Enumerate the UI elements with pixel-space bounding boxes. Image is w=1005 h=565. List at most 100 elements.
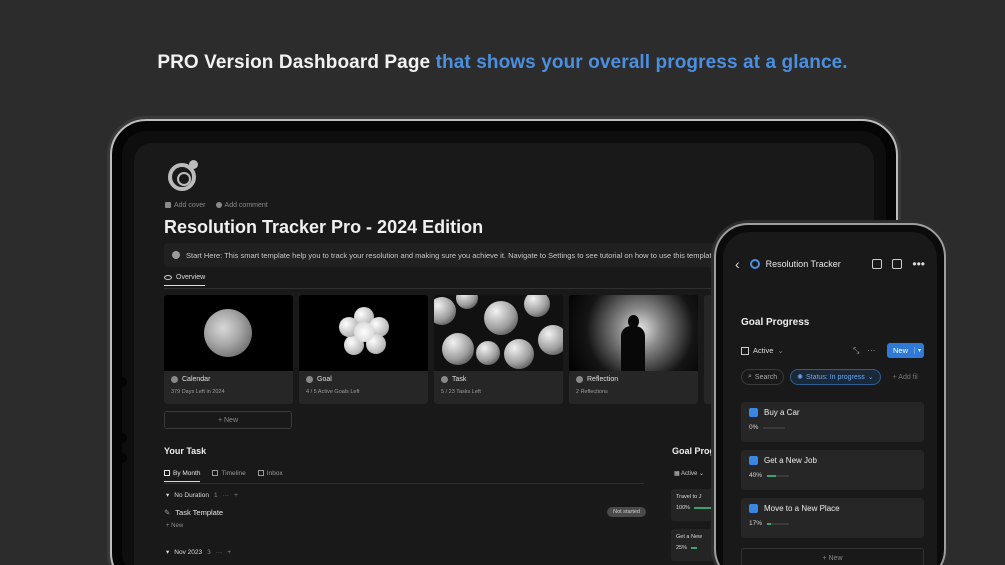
card-subtitle: 4 / 5 Active Goals Left — [306, 389, 360, 395]
chevron-down-icon: ⌄ — [777, 346, 784, 355]
group-count: 3 — [207, 548, 211, 556]
moon-image — [164, 295, 293, 371]
add-cover-button[interactable]: Add cover — [165, 202, 206, 209]
image-icon — [165, 202, 171, 209]
tab-overview-label: Overview — [176, 274, 206, 281]
reflection-icon — [576, 376, 583, 383]
plus-icon[interactable]: + — [227, 549, 231, 556]
headline: PRO Version Dashboard Page that shows yo… — [0, 52, 1005, 74]
expand-icon[interactable]: ⤡ — [853, 346, 859, 356]
goal-new-button[interactable]: + New — [741, 548, 924, 565]
goal-icon — [306, 376, 313, 383]
tab-divider — [164, 288, 719, 289]
flower-image — [299, 295, 428, 371]
goal-peek-card[interactable]: Get a New 25% — [671, 529, 719, 561]
headline-blue: that shows your overall progress at a gl… — [435, 52, 848, 73]
plus-icon[interactable]: + — [234, 492, 238, 499]
add-comment-label: Add comment — [224, 202, 268, 209]
new-button[interactable]: New ▾ — [887, 343, 924, 358]
edit-icon: ✎ — [164, 507, 171, 517]
goal-progress-title: Goal Progress — [741, 317, 810, 328]
goal-view-active[interactable]: ▦ Active ⌄ — [674, 470, 704, 477]
chevron-down-icon[interactable]: ▾ — [913, 347, 924, 354]
calendar-icon — [164, 470, 170, 476]
inbox-icon — [257, 470, 264, 476]
page-meta-row: Add cover Add comment — [165, 202, 268, 209]
view-selector-active[interactable]: Active ⌄ — [741, 346, 784, 355]
goal-progress: 17% — [749, 520, 763, 527]
more-icon[interactable]: ••• — [912, 258, 925, 270]
headline-white: PRO Version Dashboard Page — [157, 52, 431, 73]
goal-name: Buy a Car — [764, 408, 800, 417]
more-icon[interactable]: ··· — [223, 492, 230, 499]
goal-progress: 0% — [749, 424, 759, 431]
group-count: 1 — [213, 491, 218, 499]
timeline-icon — [212, 470, 219, 476]
goal-card-new-job[interactable]: Get a New Job 40% — [741, 450, 924, 490]
status-filter-chip[interactable]: ✺ Status: In progress ⌄ — [790, 369, 881, 385]
progress-bar — [763, 426, 786, 429]
filter-bar: ⌕ Search ✺ Status: In progress ⌄ + Add fil — [741, 369, 924, 385]
gallery-new-button[interactable]: + New — [164, 411, 292, 429]
gallery-card-task[interactable]: Task 5 / 23 Tasks Left — [434, 295, 563, 404]
toggle-down-icon[interactable]: ▾ — [166, 548, 169, 556]
task-row[interactable]: ✎ Task Template Not started — [164, 507, 646, 517]
add-comment-button[interactable]: Add comment — [215, 202, 268, 209]
comment-icon[interactable] — [892, 259, 903, 269]
car-icon — [749, 408, 758, 417]
share-icon[interactable] — [872, 259, 883, 269]
goal-name: Get a New — [676, 534, 702, 540]
tab-by-month[interactable]: By Month — [164, 470, 201, 482]
view-tools: ⤡ ··· — [853, 346, 875, 356]
goal-name: Get a New Job — [764, 456, 817, 465]
status-filter-label: Status: In progress — [805, 373, 865, 381]
tab-label: By Month — [173, 470, 201, 477]
tablet-sensor-dot — [117, 433, 127, 443]
card-subtitle: 5 / 23 Tasks Left — [441, 389, 481, 395]
card-subtitle: 2 Reflections — [576, 389, 608, 395]
add-cover-label: Add cover — [174, 202, 206, 209]
briefcase-icon — [749, 456, 758, 465]
goal-peek-card[interactable]: Travel to J 100% — [671, 489, 719, 521]
group-nov-2023[interactable]: ▾ Nov 2023 3 ··· + — [166, 548, 231, 557]
group-no-duration[interactable]: ▾ No Duration 1 ··· + — [166, 491, 238, 500]
tab-overview[interactable]: Overview — [164, 274, 206, 286]
more-icon[interactable]: ··· — [867, 346, 875, 356]
view-label: Active — [681, 471, 698, 477]
tablet-camera-dot — [117, 377, 127, 387]
progress-bar — [767, 474, 790, 477]
toggle-down-icon[interactable]: ▾ — [166, 491, 169, 499]
search-label: Search — [754, 373, 778, 381]
start-here-callout: Start Here: This smart template help you… — [164, 243, 724, 267]
comment-icon — [215, 202, 222, 209]
goal-card-buy-a-car[interactable]: Buy a Car 0% — [741, 402, 924, 442]
phone-device: ‹ Resolution Tracker ••• Goal Progress A… — [714, 223, 946, 565]
goal-card-new-place[interactable]: Move to a New Place 17% — [741, 498, 924, 538]
more-icon[interactable]: ··· — [216, 549, 223, 556]
page-title: Resolution Tracker Pro - 2024 Edition — [164, 217, 484, 237]
group-label: Nov 2023 — [174, 548, 203, 556]
tab-inbox[interactable]: Inbox — [257, 470, 283, 482]
phone-top-bar: ‹ Resolution Tracker ••• — [735, 257, 925, 271]
eye-icon — [164, 275, 172, 280]
search-button[interactable]: ⌕ Search — [741, 369, 785, 385]
goal-name: Travel to J — [676, 494, 702, 500]
search-icon: ⌕ — [748, 373, 752, 380]
group-new-button[interactable]: + New — [166, 523, 183, 529]
gallery-card-calendar[interactable]: Calendar 379 Days Left in 2024 — [164, 295, 293, 404]
phone-screen: ‹ Resolution Tracker ••• Goal Progress A… — [723, 232, 937, 565]
gallery-card-goal[interactable]: Goal 4 / 5 Active Goals Left — [299, 295, 428, 404]
new-button-label: New — [893, 346, 909, 355]
grid-icon — [741, 346, 749, 355]
spheres-image — [434, 295, 563, 371]
house-icon — [749, 504, 758, 513]
task-divider — [164, 483, 644, 484]
task-icon — [441, 376, 448, 383]
back-chevron-icon[interactable]: ‹ — [735, 257, 740, 271]
gallery-card-reflection[interactable]: Reflection 2 Reflections — [569, 295, 698, 404]
app-logo-icon — [749, 259, 760, 269]
tab-timeline[interactable]: Timeline — [212, 470, 246, 482]
progress-bar — [767, 522, 790, 525]
add-filter-button[interactable]: + Add fil — [887, 369, 924, 385]
status-icon: ✺ — [797, 374, 803, 381]
